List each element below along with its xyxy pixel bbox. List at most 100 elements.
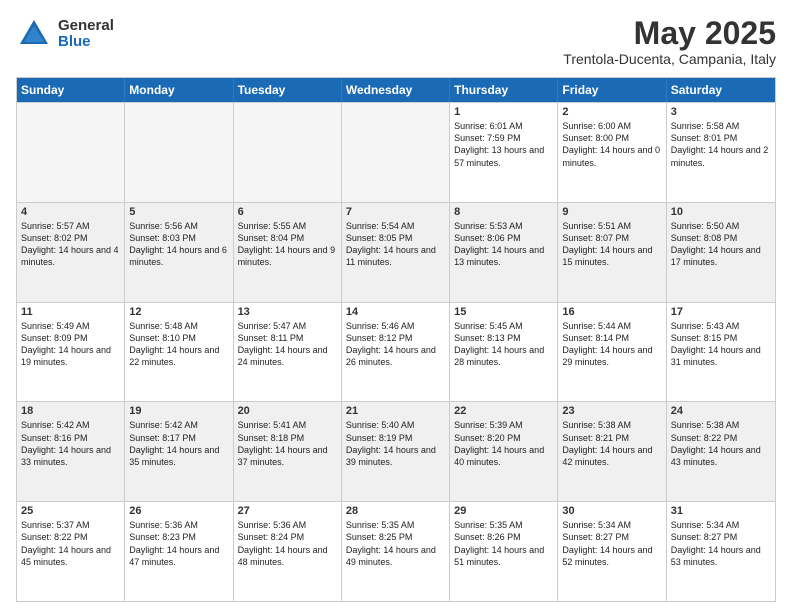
day-number: 3 [671, 106, 771, 118]
day-cell-3: 3 Sunrise: 5:58 AM Sunset: 8:01 PM Daylig… [667, 103, 775, 202]
day-cell-25: 25 Sunrise: 5:37 AM Sunset: 8:22 PM Dayli… [17, 502, 125, 601]
day-cell-27: 27 Sunrise: 5:36 AM Sunset: 8:24 PM Dayli… [234, 502, 342, 601]
header-day-friday: Friday [558, 78, 666, 102]
day-info: Sunrise: 5:36 AM Sunset: 8:24 PM Dayligh… [238, 519, 337, 568]
day-cell-17: 17 Sunrise: 5:43 AM Sunset: 8:15 PM Dayli… [667, 303, 775, 402]
calendar-row-3: 18Sunrise: 5:42 AM Sunset: 8:16 PM Dayli… [17, 401, 775, 501]
day-cell-8: 8Sunrise: 5:53 AM Sunset: 8:06 PM Daylig… [450, 203, 558, 302]
day-info: Sunrise: 5:40 AM Sunset: 8:19 PM Dayligh… [346, 419, 445, 468]
day-number: 29 [454, 505, 553, 517]
title-block: May 2025 Trentola-Ducenta, Campania, Ita… [563, 16, 776, 67]
day-number: 5 [129, 206, 228, 218]
day-info: Sunrise: 5:34 AM Sunset: 8:27 PM Dayligh… [671, 519, 771, 568]
header: General Blue May 2025 Trentola-Ducenta, … [16, 16, 776, 67]
empty-cell [125, 103, 233, 202]
day-info: Sunrise: 5:47 AM Sunset: 8:11 PM Dayligh… [238, 320, 337, 369]
calendar-body: 1 Sunrise: 6:01 AM Sunset: 7:59 PM Daylig… [17, 102, 775, 601]
day-cell-24: 24Sunrise: 5:38 AM Sunset: 8:22 PM Dayli… [667, 402, 775, 501]
empty-cell [234, 103, 342, 202]
header-day-wednesday: Wednesday [342, 78, 450, 102]
logo-text: General Blue [58, 18, 114, 51]
day-info: Sunrise: 5:48 AM Sunset: 8:10 PM Dayligh… [129, 320, 228, 369]
logo-icon [16, 16, 52, 52]
day-cell-10: 10Sunrise: 5:50 AM Sunset: 8:08 PM Dayli… [667, 203, 775, 302]
day-info: Sunrise: 5:36 AM Sunset: 8:23 PM Dayligh… [129, 519, 228, 568]
day-cell-22: 22 Sunrise: 5:39 AM Sunset: 8:20 PM Dayli… [450, 402, 558, 501]
day-info: Sunrise: 5:34 AM Sunset: 8:27 PM Dayligh… [562, 519, 661, 568]
day-number: 24 [671, 405, 771, 417]
day-cell-20: 20 Sunrise: 5:41 AM Sunset: 8:18 PM Dayli… [234, 402, 342, 501]
day-number: 30 [562, 505, 661, 517]
day-cell-9: 9 Sunrise: 5:51 AM Sunset: 8:07 PM Daylig… [558, 203, 666, 302]
day-info: Sunrise: 5:44 AM Sunset: 8:14 PM Dayligh… [562, 320, 661, 369]
day-info: Sunrise: 5:49 AM Sunset: 8:09 PM Dayligh… [21, 320, 120, 369]
day-number: 2 [562, 106, 661, 118]
calendar-row-1: 4 Sunrise: 5:57 AM Sunset: 8:02 PM Daylig… [17, 202, 775, 302]
day-number: 7 [346, 206, 445, 218]
day-info: Sunrise: 6:00 AM Sunset: 8:00 PM Dayligh… [562, 120, 661, 169]
day-info: Sunrise: 5:56 AM Sunset: 8:03 PM Dayligh… [129, 220, 228, 269]
day-info: Sunrise: 6:01 AM Sunset: 7:59 PM Dayligh… [454, 120, 553, 169]
day-number: 26 [129, 505, 228, 517]
day-cell-13: 13Sunrise: 5:47 AM Sunset: 8:11 PM Dayli… [234, 303, 342, 402]
day-info: Sunrise: 5:42 AM Sunset: 8:17 PM Dayligh… [129, 419, 228, 468]
day-cell-28: 28 Sunrise: 5:35 AM Sunset: 8:25 PM Dayli… [342, 502, 450, 601]
day-cell-4: 4 Sunrise: 5:57 AM Sunset: 8:02 PM Daylig… [17, 203, 125, 302]
day-info: Sunrise: 5:43 AM Sunset: 8:15 PM Dayligh… [671, 320, 771, 369]
day-cell-21: 21 Sunrise: 5:40 AM Sunset: 8:19 PM Dayli… [342, 402, 450, 501]
day-cell-2: 2 Sunrise: 6:00 AM Sunset: 8:00 PM Daylig… [558, 103, 666, 202]
day-info: Sunrise: 5:51 AM Sunset: 8:07 PM Dayligh… [562, 220, 661, 269]
calendar-row-4: 25 Sunrise: 5:37 AM Sunset: 8:22 PM Dayli… [17, 501, 775, 601]
day-info: Sunrise: 5:38 AM Sunset: 8:21 PM Dayligh… [562, 419, 661, 468]
day-number: 4 [21, 206, 120, 218]
header-day-thursday: Thursday [450, 78, 558, 102]
day-info: Sunrise: 5:46 AM Sunset: 8:12 PM Dayligh… [346, 320, 445, 369]
day-info: Sunrise: 5:37 AM Sunset: 8:22 PM Dayligh… [21, 519, 120, 568]
day-number: 31 [671, 505, 771, 517]
day-cell-31: 31 Sunrise: 5:34 AM Sunset: 8:27 PM Dayli… [667, 502, 775, 601]
day-number: 15 [454, 306, 553, 318]
calendar-row-2: 11 Sunrise: 5:49 AM Sunset: 8:09 PM Dayli… [17, 302, 775, 402]
day-number: 19 [129, 405, 228, 417]
day-number: 9 [562, 206, 661, 218]
day-cell-12: 12 Sunrise: 5:48 AM Sunset: 8:10 PM Dayli… [125, 303, 233, 402]
day-number: 11 [21, 306, 120, 318]
day-cell-11: 11 Sunrise: 5:49 AM Sunset: 8:09 PM Dayli… [17, 303, 125, 402]
day-number: 1 [454, 106, 553, 118]
day-info: Sunrise: 5:39 AM Sunset: 8:20 PM Dayligh… [454, 419, 553, 468]
logo-blue: Blue [58, 34, 114, 51]
day-number: 22 [454, 405, 553, 417]
day-info: Sunrise: 5:54 AM Sunset: 8:05 PM Dayligh… [346, 220, 445, 269]
day-cell-14: 14Sunrise: 5:46 AM Sunset: 8:12 PM Dayli… [342, 303, 450, 402]
day-number: 17 [671, 306, 771, 318]
header-day-saturday: Saturday [667, 78, 775, 102]
day-cell-23: 23Sunrise: 5:38 AM Sunset: 8:21 PM Dayli… [558, 402, 666, 501]
location: Trentola-Ducenta, Campania, Italy [563, 51, 776, 67]
calendar-header: SundayMondayTuesdayWednesdayThursdayFrid… [17, 78, 775, 102]
day-cell-18: 18Sunrise: 5:42 AM Sunset: 8:16 PM Dayli… [17, 402, 125, 501]
day-info: Sunrise: 5:41 AM Sunset: 8:18 PM Dayligh… [238, 419, 337, 468]
day-cell-19: 19 Sunrise: 5:42 AM Sunset: 8:17 PM Dayli… [125, 402, 233, 501]
day-info: Sunrise: 5:45 AM Sunset: 8:13 PM Dayligh… [454, 320, 553, 369]
day-number: 28 [346, 505, 445, 517]
day-info: Sunrise: 5:42 AM Sunset: 8:16 PM Dayligh… [21, 419, 120, 468]
day-number: 25 [21, 505, 120, 517]
day-info: Sunrise: 5:35 AM Sunset: 8:25 PM Dayligh… [346, 519, 445, 568]
day-number: 21 [346, 405, 445, 417]
header-day-tuesday: Tuesday [234, 78, 342, 102]
calendar: SundayMondayTuesdayWednesdayThursdayFrid… [16, 77, 776, 602]
day-number: 27 [238, 505, 337, 517]
month-title: May 2025 [563, 16, 776, 51]
day-cell-30: 30 Sunrise: 5:34 AM Sunset: 8:27 PM Dayli… [558, 502, 666, 601]
day-number: 6 [238, 206, 337, 218]
day-cell-16: 16Sunrise: 5:44 AM Sunset: 8:14 PM Dayli… [558, 303, 666, 402]
calendar-row-0: 1 Sunrise: 6:01 AM Sunset: 7:59 PM Daylig… [17, 102, 775, 202]
day-cell-6: 6Sunrise: 5:55 AM Sunset: 8:04 PM Daylig… [234, 203, 342, 302]
day-number: 12 [129, 306, 228, 318]
day-info: Sunrise: 5:58 AM Sunset: 8:01 PM Dayligh… [671, 120, 771, 169]
day-cell-26: 26 Sunrise: 5:36 AM Sunset: 8:23 PM Dayli… [125, 502, 233, 601]
day-number: 20 [238, 405, 337, 417]
day-info: Sunrise: 5:57 AM Sunset: 8:02 PM Dayligh… [21, 220, 120, 269]
header-day-monday: Monday [125, 78, 233, 102]
day-number: 10 [671, 206, 771, 218]
